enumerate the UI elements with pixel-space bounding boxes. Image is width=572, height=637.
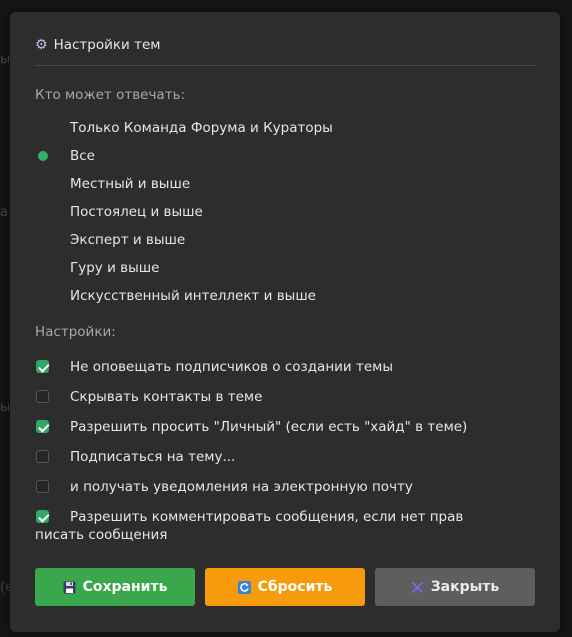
- reply-option-ai[interactable]: Искусственный интеллект и выше: [35, 285, 316, 307]
- setting-no-notify-subscribers[interactable]: Не оповещать подписчиков о создании темы: [35, 359, 515, 376]
- reply-option-guru[interactable]: Гуру и выше: [35, 257, 159, 279]
- background-fragment: ы: [0, 52, 11, 67]
- radio-indicator: [38, 179, 48, 189]
- checkbox[interactable]: [36, 450, 49, 463]
- radio-indicator: [38, 235, 48, 245]
- setting-allow-personal[interactable]: Разрешить просить "Личный" (если есть "х…: [35, 419, 515, 436]
- checkbox-checked[interactable]: [36, 360, 49, 373]
- close-button-label: Закрыть: [430, 579, 500, 595]
- radio-indicator: [38, 263, 48, 273]
- reply-section-label: Кто может отвечать:: [35, 87, 186, 103]
- radio-label: Местный и выше: [70, 176, 191, 192]
- radio-indicator: [38, 291, 48, 301]
- reply-option-regular[interactable]: Постоялец и выше: [35, 201, 203, 223]
- radio-label: Искусственный интеллект и выше: [70, 288, 316, 304]
- topic-settings-dialog: ⚙ Настройки тем Кто может отвечать: Толь…: [10, 12, 560, 632]
- reset-button-label: Сбросить: [257, 579, 333, 595]
- checkbox[interactable]: [36, 390, 49, 403]
- radio-label: Только Команда Форума и Кураторы: [70, 120, 333, 136]
- dialog-header: ⚙ Настройки тем: [35, 37, 160, 53]
- checkbox-checked[interactable]: [36, 420, 49, 433]
- close-icon: [411, 580, 425, 594]
- reply-option-local[interactable]: Местный и выше: [35, 173, 190, 195]
- save-button-label: Сохранить: [82, 579, 168, 595]
- refresh-icon: [238, 580, 252, 594]
- setting-allow-comments[interactable]: Разрешить комментировать сообщения, если…: [35, 509, 515, 544]
- reply-option-all[interactable]: Все: [35, 145, 95, 167]
- radio-indicator-selected: [38, 151, 48, 161]
- checkbox-label: Разрешить комментировать сообщения, если…: [35, 509, 464, 543]
- background-fragment: а: [0, 205, 8, 220]
- checkbox-label: и получать уведомления на электронную по…: [70, 479, 413, 495]
- background-fragment: ы: [0, 400, 11, 415]
- setting-subscribe-topic[interactable]: Подписаться на тему...: [35, 449, 515, 466]
- header-divider: [35, 65, 535, 66]
- radio-label: Все: [70, 148, 95, 164]
- dialog-title: Настройки тем: [53, 37, 161, 53]
- setting-hide-contacts[interactable]: Скрывать контакты в теме: [35, 389, 515, 406]
- checkbox[interactable]: [36, 480, 49, 493]
- floppy-disk-icon: [63, 580, 77, 594]
- setting-email-notifications[interactable]: и получать уведомления на электронную по…: [35, 479, 515, 496]
- radio-indicator: [38, 207, 48, 217]
- close-button[interactable]: Закрыть: [375, 568, 535, 606]
- gear-icon: ⚙: [35, 37, 48, 53]
- reply-option-expert[interactable]: Эксперт и выше: [35, 229, 185, 251]
- radio-label: Гуру и выше: [70, 260, 160, 276]
- radio-label: Эксперт и выше: [70, 232, 186, 248]
- settings-section-label: Настройки:: [35, 324, 116, 340]
- radio-indicator: [38, 123, 48, 133]
- checkbox-label: Разрешить просить "Личный" (если есть "х…: [70, 419, 468, 435]
- save-button[interactable]: Сохранить: [35, 568, 195, 606]
- checkbox-label: Скрывать контакты в теме: [70, 389, 263, 405]
- checkbox-label: Не оповещать подписчиков о создании темы: [70, 359, 394, 375]
- reply-option-forum-team[interactable]: Только Команда Форума и Кураторы: [35, 117, 333, 139]
- checkbox-checked[interactable]: [36, 510, 49, 523]
- reset-button[interactable]: Сбросить: [205, 568, 365, 606]
- checkbox-label: Подписаться на тему...: [70, 449, 236, 465]
- radio-label: Постоялец и выше: [70, 204, 203, 220]
